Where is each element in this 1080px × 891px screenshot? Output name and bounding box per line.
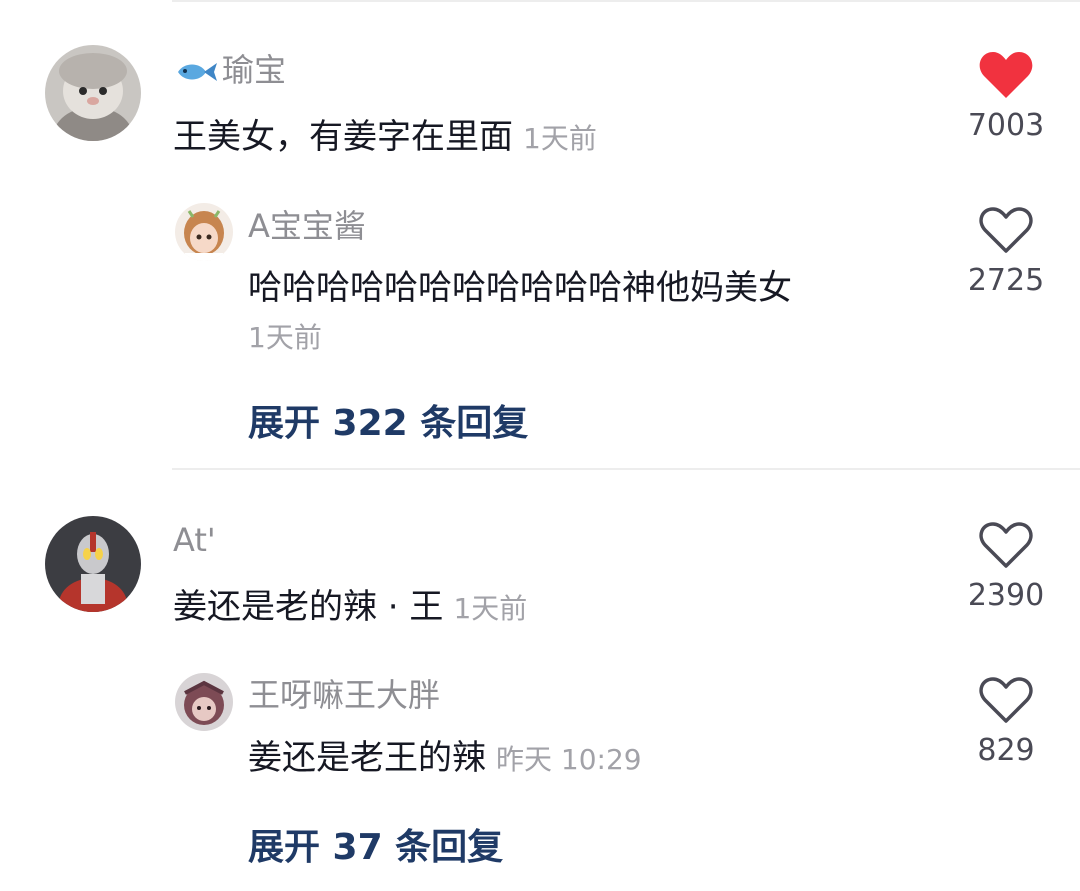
comment-body: 姜还是老的辣 · 王 [173,587,444,627]
comment-body: 王美女，有姜字在里面 [173,117,513,157]
reply-avatar[interactable] [175,673,233,731]
comment-time: 1天前 [453,592,528,625]
like-count: 829 [977,733,1035,768]
reply-time: 昨天 10:29 [496,743,642,776]
like-button[interactable]: 2390 [961,520,1051,614]
avatar-image [45,516,141,612]
comment-username[interactable]: 瑜宝 [174,50,286,90]
avatar-image [175,203,233,261]
reply-text[interactable]: 哈哈哈哈哈哈哈哈哈哈哈神他妈美女 [248,266,792,310]
reply-like-button[interactable]: 829 [961,675,1051,769]
avatar-image [45,45,141,141]
heart-filled-icon [979,52,1033,98]
username-text: 瑜宝 [222,51,287,89]
reply-like-button[interactable]: 2725 [961,205,1051,299]
expand-replies-button[interactable]: 展开 37 条回复 [248,826,503,870]
comment-time: 1天前 [523,122,597,155]
like-count: 2725 [967,263,1045,298]
avatar-image [175,673,233,731]
fish-icon [178,63,217,81]
reply-time: 1天前 [248,321,322,354]
top-divider [172,0,1080,2]
comment-username[interactable]: At' [173,520,216,560]
reply-username[interactable]: 王呀嘛王大胖 [248,675,440,715]
like-count: 7003 [967,108,1045,143]
comment-divider [172,468,1080,470]
heart-outline-icon [979,522,1033,568]
reply-body: 姜还是老王的辣 [248,738,486,778]
avatar[interactable] [45,45,141,141]
like-count: 2390 [967,578,1045,613]
comment-text[interactable]: 王美女，有姜字在里面 1天前 [173,115,597,161]
heart-outline-icon [979,677,1033,723]
reply-text[interactable]: 姜还是老王的辣 昨天 10:29 [248,736,642,782]
expand-replies-button[interactable]: 展开 322 条回复 [248,402,528,446]
reply-avatar[interactable] [175,203,233,261]
heart-outline-icon [979,207,1033,253]
like-button[interactable]: 7003 [961,50,1051,144]
reply-username[interactable]: A宝宝酱 [248,206,366,246]
comment-text[interactable]: 姜还是老的辣 · 王 1天前 [173,585,527,631]
avatar[interactable] [45,516,141,612]
